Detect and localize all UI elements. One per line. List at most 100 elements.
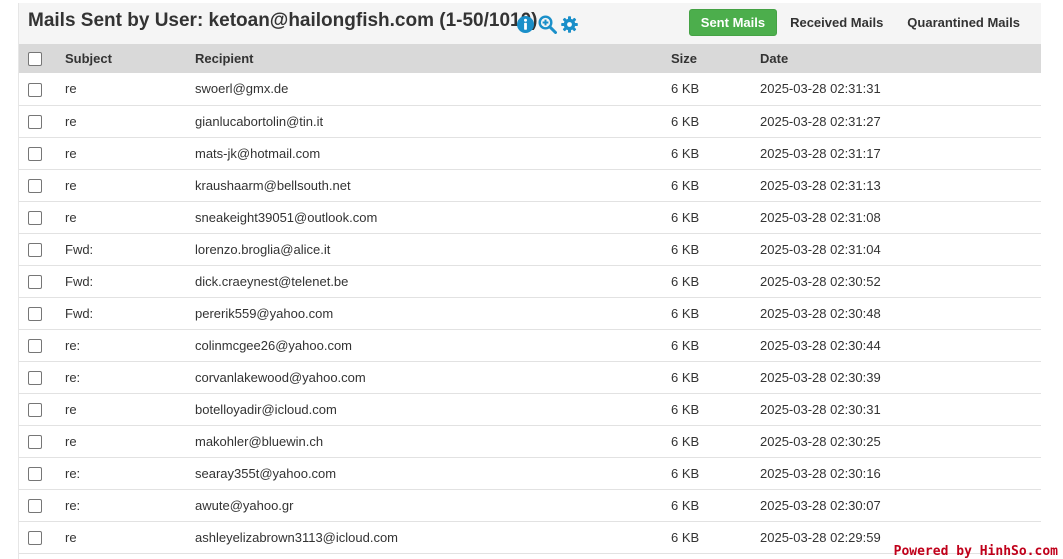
row-date: 2025-03-28 02:31:27 [760, 113, 881, 129]
row-size: 6 KB [671, 145, 700, 161]
row-date: 2025-03-28 02:30:52 [760, 273, 881, 289]
row-select-cell [19, 73, 65, 105]
row-subject: re: [65, 465, 81, 481]
row-size: 6 KB [671, 305, 700, 321]
row-checkbox[interactable] [28, 498, 42, 513]
row-recipient: kraushaarm@bellsouth.net [195, 177, 351, 193]
row-checkbox[interactable] [28, 82, 42, 97]
row-checkbox[interactable] [28, 178, 42, 193]
row-recipient: gianlucabortolin@tin.it [195, 113, 324, 129]
row-date: 2025-03-28 02:31:08 [760, 209, 881, 225]
row-checkbox[interactable] [28, 466, 42, 481]
row-date: 2025-03-28 02:31:17 [760, 145, 881, 161]
row-checkbox[interactable] [28, 530, 42, 545]
select-all-checkbox[interactable] [28, 52, 42, 67]
row-select-cell [19, 521, 65, 553]
row-subject: Fwd: [65, 273, 94, 289]
row-date: 2025-03-28 02:30:16 [760, 465, 881, 481]
table-row[interactable]: Fwd: pererik559@yahoo.com 6 KB 2025-03-28 0… [19, 297, 1041, 329]
row-subject: re: [65, 369, 81, 385]
row-date: 2025-03-28 02:31:31 [760, 81, 881, 97]
row-date: 2025-03-28 02:31:04 [760, 241, 881, 257]
col-size[interactable]: Size [671, 44, 760, 73]
row-subject: Fwd: [65, 241, 94, 257]
row-size: 6 KB [671, 369, 700, 385]
row-subject: re [65, 433, 77, 449]
row-date: 2025-03-28 02:30:07 [760, 497, 881, 513]
table-row[interactable]: Fwd: dick.craeynest@telenet.be 6 KB 2025-03… [19, 265, 1041, 297]
row-recipient: makohler@bluewin.ch [195, 433, 324, 449]
row-select-cell [19, 361, 65, 393]
table-row[interactable]: re: corvanlakewood@yahoo.com 6 KB 2025-03-2… [19, 361, 1041, 393]
row-recipient: pererik559@yahoo.com [195, 305, 334, 321]
table-row[interactable]: re: awute@yahoo.gr 6 KB 2025-03-28 02:30:07 [19, 489, 1041, 521]
title-icons [516, 15, 579, 34]
table-row[interactable]: re makohler@bluewin.ch 6 KB 2025-03-28 02:3… [19, 425, 1041, 457]
row-size: 6 KB [671, 241, 700, 257]
row-checkbox[interactable] [28, 242, 42, 257]
panel-header: Mails Sent by User: ketoan@hailongfish.c… [19, 3, 1041, 44]
row-select-cell [19, 233, 65, 265]
col-date[interactable]: Date [760, 44, 1041, 73]
tab-received-mails[interactable]: Received Mails [779, 10, 894, 35]
gear-icon[interactable] [560, 15, 579, 34]
table-row[interactable]: re ashleyelizabrown3113@icloud.com 6 KB 202… [19, 521, 1041, 553]
row-select-cell [19, 105, 65, 137]
row-size: 6 KB [671, 465, 700, 481]
row-date: 2025-03-28 02:30:31 [760, 401, 881, 417]
row-subject: re [65, 177, 77, 193]
tab-quarantined-mails[interactable]: Quarantined Mails [896, 10, 1031, 35]
table-row[interactable]: re sneakeight39051@outlook.com 6 KB 2025-03… [19, 201, 1041, 233]
row-select-cell [19, 201, 65, 233]
table-row[interactable]: re botelloyadir@icloud.com 6 KB 2025-03-28 … [19, 393, 1041, 425]
table-row[interactable]: re gianlucabortolin@tin.it 6 KB 2025-03-28 … [19, 105, 1041, 137]
row-size: 6 KB [671, 337, 700, 353]
row-checkbox[interactable] [28, 370, 42, 385]
row-select-cell [19, 393, 65, 425]
mail-panel: Mails Sent by User: ketoan@hailongfish.c… [18, 3, 1041, 559]
row-checkbox[interactable] [28, 274, 42, 289]
row-subject: re [65, 145, 77, 161]
table-row[interactable]: Fwd: lorenzo.broglia@alice.it 6 KB 2025-03-… [19, 233, 1041, 265]
row-select-cell [19, 489, 65, 521]
row-checkbox[interactable] [28, 338, 42, 353]
row-size: 6 KB [671, 81, 700, 97]
table-row[interactable]: re: colinmcgee26@yahoo.com 6 KB 2025-03-28 … [19, 329, 1041, 361]
row-subject: re [65, 81, 77, 97]
watermark: Powered by HinhSo.com [893, 544, 1058, 559]
row-select-cell [19, 329, 65, 361]
row-checkbox[interactable] [28, 210, 42, 225]
table-row[interactable]: re kraushaarm@bellsouth.net 6 KB 2025-03-28… [19, 169, 1041, 201]
row-select-cell [19, 457, 65, 489]
row-recipient: ashleyelizabrown3113@icloud.com [195, 529, 399, 545]
row-size: 6 KB [671, 209, 700, 225]
row-date: 2025-03-28 02:30:44 [760, 337, 881, 353]
table-row[interactable]: re mats-jk@hotmail.com 6 KB 2025-03-28 02:3… [19, 137, 1041, 169]
row-checkbox[interactable] [28, 402, 42, 417]
col-subject[interactable]: Subject [65, 44, 195, 73]
col-recipient[interactable]: Recipient [195, 44, 671, 73]
row-select-cell [19, 265, 65, 297]
row-size: 6 KB [671, 433, 700, 449]
row-select-cell [19, 169, 65, 201]
row-checkbox[interactable] [28, 434, 42, 449]
row-checkbox[interactable] [28, 146, 42, 161]
row-checkbox[interactable] [28, 114, 42, 129]
zoom-in-icon[interactable] [538, 15, 557, 34]
row-subject: re [65, 401, 77, 417]
table-row[interactable]: re swoerl@gmx.de 6 KB 2025-03-28 02:31:31 [19, 73, 1041, 105]
row-select-cell [19, 137, 65, 169]
row-select-cell [19, 297, 65, 329]
table-row[interactable]: re: searay355t@yahoo.com 6 KB 2025-03-28 02… [19, 457, 1041, 489]
row-subject: re [65, 529, 77, 545]
row-subject: re [65, 209, 77, 225]
row-date: 2025-03-28 02:30:39 [760, 369, 881, 385]
row-subject: re [65, 113, 77, 129]
row-recipient: corvanlakewood@yahoo.com [195, 369, 366, 385]
tab-sent-mails[interactable]: Sent Mails [688, 9, 778, 36]
row-checkbox[interactable] [28, 306, 42, 321]
row-select-cell [19, 425, 65, 457]
row-size: 6 KB [671, 273, 700, 289]
info-icon[interactable] [516, 15, 535, 34]
row-recipient: mats-jk@hotmail.com [195, 145, 321, 161]
